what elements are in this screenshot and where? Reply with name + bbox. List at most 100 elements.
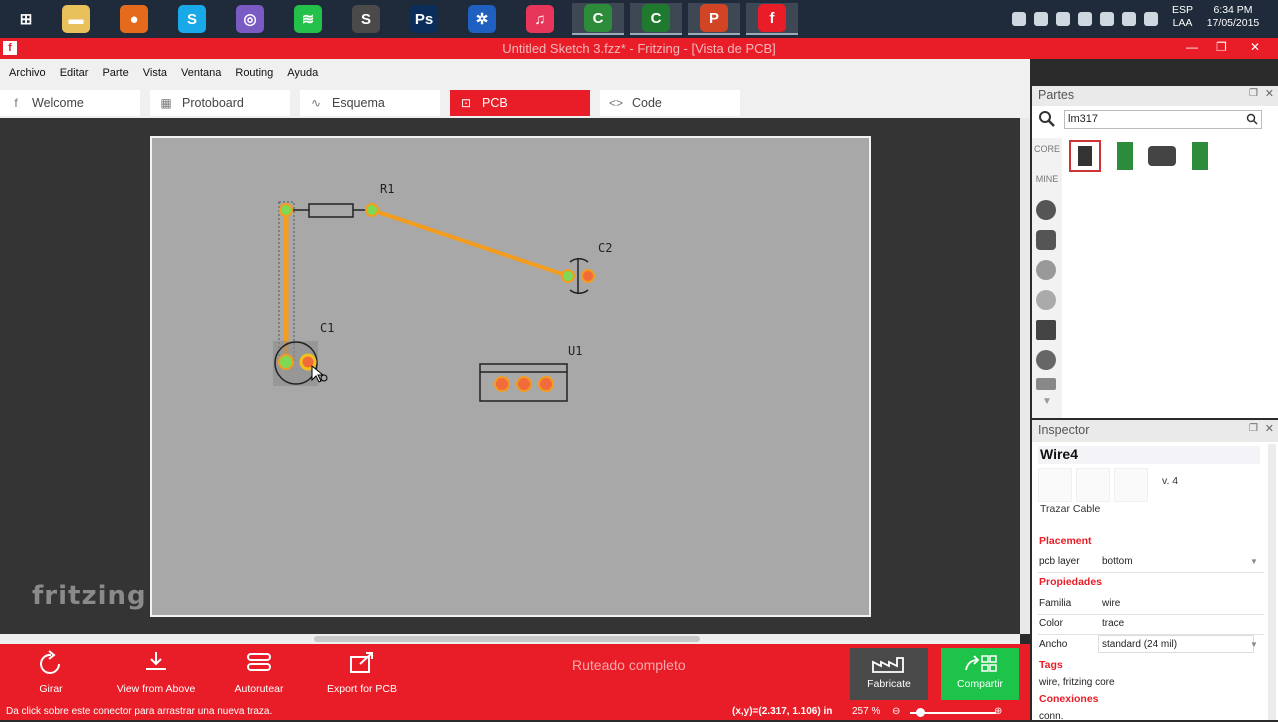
export-pcb-button[interactable]: Export for PCB [322,650,402,695]
bin-icon[interactable] [1036,230,1056,250]
tab-protoboard[interactable]: ▦ Protoboard [150,90,290,116]
chevron-down-icon[interactable]: ▼ [1250,557,1258,566]
parts-search-input[interactable]: lm317 [1064,110,1262,129]
menu-ayuda[interactable]: Ayuda [287,67,318,79]
u1-pin[interactable] [516,376,532,392]
placement-section[interactable]: Placement [1039,535,1092,547]
c2-connector[interactable] [581,269,595,283]
r1-connector[interactable] [279,203,293,217]
sublime-icon: S [352,5,380,33]
tray-icon[interactable] [1012,12,1026,26]
menu-ventana[interactable]: Ventana [181,67,221,79]
r1-body[interactable] [308,203,354,218]
horizontal-scrollbar[interactable] [0,634,1020,644]
tray-icon[interactable] [1078,12,1092,26]
scrollbar-thumb[interactable] [314,636,700,642]
taskbar-camtasia-1[interactable]: C [572,3,624,35]
menu-archivo[interactable]: Archivo [9,67,46,79]
taskbar-camtasia-2[interactable]: C [630,3,682,35]
tray-icon[interactable] [1144,12,1158,26]
taskbar-powerpoint[interactable]: P [688,3,740,35]
c2-connector[interactable] [561,269,575,283]
taskbar-tor[interactable]: ◎ [224,3,276,35]
view-from-above-button[interactable]: View from Above [110,650,202,695]
part-lm317-module[interactable] [1109,140,1141,172]
chevron-down-icon[interactable]: ▼ [1250,640,1258,649]
play-bin-icon[interactable] [1036,320,1056,340]
trace-r1-c2[interactable] [371,208,569,278]
tab-pcb[interactable]: ⊡ PCB [450,90,590,116]
close-icon[interactable]: ✕ [1250,40,1260,54]
minimize-icon[interactable]: — [1186,40,1198,54]
taskbar-itunes[interactable]: ♫ [514,3,566,35]
float-icon[interactable]: ❐ [1249,423,1258,434]
pcb-drawing: R1 C2 C1 U1 [273,182,612,402]
zoom-out-icon[interactable]: ⊖ [892,706,900,717]
taskbar-fritzing[interactable]: f [746,3,798,35]
tray-icon[interactable] [1100,12,1114,26]
parts-bins: CORE MINE ▼ [1032,138,1062,418]
tray-icon[interactable] [1056,12,1070,26]
taskbar-skype[interactable]: S [166,3,218,35]
zoom-slider-handle[interactable] [916,708,925,717]
taskbar-firefox[interactable]: ● [108,3,160,35]
export-icon [350,652,373,673]
taskbar-spotify[interactable]: ≋ [282,3,334,35]
bin-icon[interactable] [1036,350,1056,370]
arduino-bin-icon[interactable] [1036,200,1056,220]
properties-section[interactable]: Propiedades [1039,576,1102,588]
search-icon[interactable] [1038,110,1056,128]
float-icon[interactable]: ❐ [1249,88,1258,99]
inspector-scrollbar[interactable] [1268,444,1276,720]
part-lm317-to3[interactable] [1146,140,1178,172]
part-version: v. 4 [1162,475,1179,487]
tab-welcome[interactable]: f Welcome [0,90,140,116]
taskbar-photoshop[interactable]: Ps [398,3,450,35]
part-title[interactable]: Wire4 [1038,446,1260,464]
cursor-coordinates: (x,y)=(2.317, 1.106) in [732,706,833,717]
u1-pin[interactable] [494,376,510,392]
taskbar-file-explorer[interactable]: ▬ [50,3,102,35]
maximize-icon[interactable]: ❐ [1216,40,1227,54]
close-panel-icon[interactable]: ✕ [1265,422,1274,435]
autoroute-button[interactable]: Autorutear [226,650,292,695]
pcb-board[interactable]: R1 C2 C1 U1 [150,136,871,617]
c1-connector[interactable] [278,354,294,370]
share-button[interactable]: Compartir [941,648,1019,700]
pcb-layer-select[interactable]: bottom [1102,556,1133,567]
connections-section[interactable]: Conexiones [1039,693,1099,705]
u1-pin[interactable] [538,376,554,392]
menu-routing[interactable]: Routing [235,67,273,79]
taskbar-start[interactable]: ⊞ [0,3,52,35]
r1-connector[interactable] [365,203,379,217]
tab-esquema[interactable]: ∿ Esquema [300,90,440,116]
bin-icon[interactable] [1036,378,1056,390]
close-panel-icon[interactable]: ✕ [1265,87,1274,100]
clock[interactable]: 6:34 PM 17/05/2015 [1206,4,1260,30]
menu-vista[interactable]: Vista [143,67,167,79]
fabricate-button[interactable]: Fabricate [850,648,928,700]
rotate-label: Girar [39,683,63,695]
bin-mine[interactable]: MINE [1034,174,1060,184]
taskbar-settings[interactable]: ✲ [456,3,508,35]
language-indicator[interactable]: ESP LAA [1172,4,1193,30]
intel-bin-icon[interactable] [1036,290,1056,310]
menu-editar[interactable]: Editar [60,67,89,79]
tray-icon[interactable] [1122,12,1136,26]
seeed-bin-icon[interactable] [1036,260,1056,280]
part-lm317-to220[interactable] [1069,140,1101,172]
schematic-icon: ∿ [310,96,322,110]
tags-section[interactable]: Tags [1039,659,1063,671]
scroll-down-icon[interactable]: ▼ [1034,396,1060,407]
search-go-icon[interactable] [1246,113,1258,125]
taskbar-sublime[interactable]: S [340,3,392,35]
menu-parte[interactable]: Parte [102,67,128,79]
tray-icon[interactable] [1034,12,1048,26]
vertical-scrollbar[interactable] [1020,118,1030,634]
part-lm317-breakout[interactable] [1184,140,1216,172]
zoom-slider[interactable] [910,708,996,717]
rotate-button[interactable]: Girar [20,650,82,695]
bin-core[interactable]: CORE [1034,144,1060,154]
zoom-in-icon[interactable]: ⊕ [994,706,1002,717]
tab-code[interactable]: <> Code [600,90,740,116]
